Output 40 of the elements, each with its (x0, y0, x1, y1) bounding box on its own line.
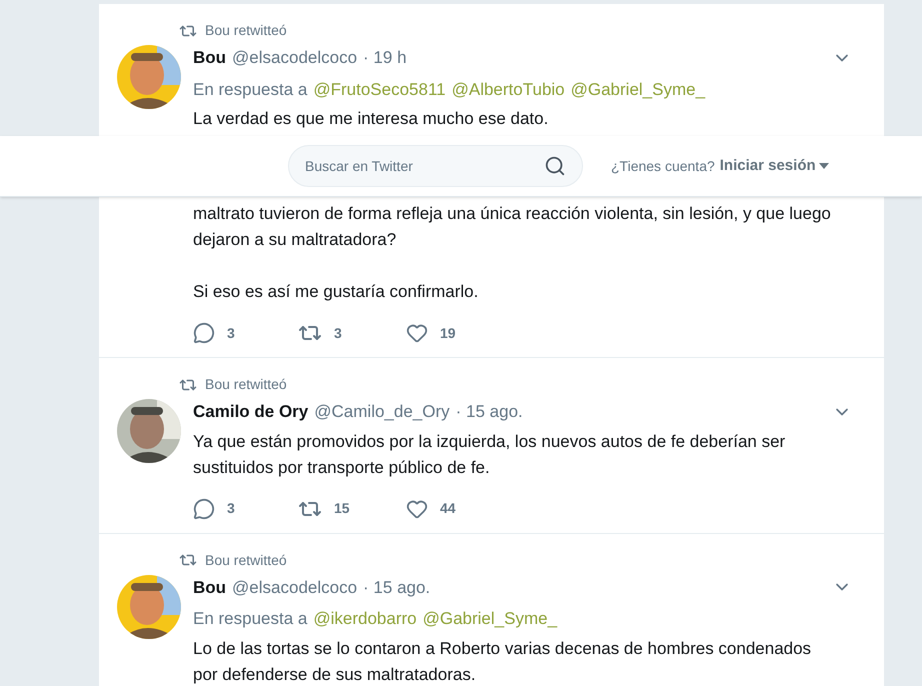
user-handle[interactable]: @elsacodelcoco (232, 574, 358, 600)
search-input[interactable]: Buscar en Twitter (305, 156, 544, 176)
retweet-label: Bou retwitteó (205, 21, 287, 40)
retweet-label: Bou retwitteó (205, 550, 287, 570)
mention-link[interactable]: @FrutoSeco5811 (313, 76, 446, 102)
mention-link[interactable]: @ikerdobarro (313, 606, 417, 632)
tweet-text: Lo de las tortas se lo contaron a Roberto varias decenas de hombres condenados por defenderse de sus maltratadoras. (193, 638, 812, 686)
like-icon[interactable] (406, 498, 428, 520)
like-count: 19 (440, 324, 456, 342)
account-prompt: ¿Tienes cuenta? (611, 156, 715, 176)
tweet-time[interactable]: · 19 h (363, 45, 407, 70)
mention-link[interactable]: @Gabriel_Syme_ (422, 606, 558, 632)
tweet-text: Ya que están promovidos por la izquierda, los nuevos autos de fe deberían ser sustituidos por transporte público de fe. (193, 430, 786, 478)
user-handle[interactable]: @Camilo_de_Ory (314, 399, 450, 424)
search-field[interactable]: Buscar en Twitter (288, 145, 583, 187)
tweet-time[interactable]: · 15 ago. (363, 574, 430, 600)
mention-link[interactable]: @AlbertoTubio (452, 76, 565, 102)
user-name[interactable]: Bou (193, 574, 226, 600)
reply-icon[interactable] (193, 498, 215, 520)
reply-label: En respuesta a (193, 608, 308, 630)
like-count: 44 (440, 499, 456, 518)
tweet-time[interactable]: · 15 ago. (456, 399, 523, 424)
tweet-text: Si eso es así me gustaría confirmarlo. (193, 281, 480, 303)
retweet-count: 3 (334, 324, 342, 342)
reply-count: 3 (227, 499, 235, 518)
user-handle[interactable]: @elsacodelcoco (232, 45, 358, 70)
login-button[interactable]: Iniciar sesión (720, 154, 829, 178)
caret-icon (818, 163, 829, 169)
reply-count: 3 (227, 324, 235, 342)
like-icon[interactable] (406, 322, 428, 344)
mention-link[interactable]: @Gabriel_Syme_ (570, 76, 706, 102)
tweet-text: maltrato tuvieron de forma refleja una única reacción violenta, sin lesión, y que luego dejaron a su maltratadora? (193, 203, 832, 251)
tweet-text: La verdad es que me interesa mucho ese dato. (193, 108, 550, 130)
user-name[interactable]: Camilo de Ory (193, 399, 308, 424)
search-icon[interactable] (544, 155, 566, 177)
reply-label: En respuesta a (193, 78, 308, 100)
retweet-count: 15 (334, 499, 350, 518)
retweet-label: Bou retwitteó (205, 375, 287, 394)
reply-icon[interactable] (193, 322, 215, 344)
user-name[interactable]: Bou (193, 45, 226, 70)
